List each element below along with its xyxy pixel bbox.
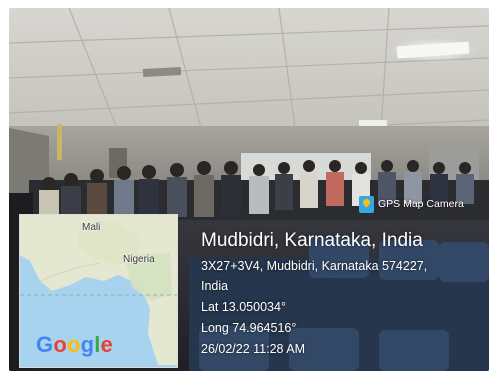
location-title: Mudbidri, Karnataka, India (201, 230, 423, 251)
gps-map-camera-badge: GPS Map Camera (359, 195, 464, 213)
location-map-thumbnail[interactable]: Mali Nigeria Google (19, 214, 178, 368)
google-logo: Google (36, 332, 113, 358)
google-logo-letter: o (66, 332, 81, 357)
map-label-mali: Mali (82, 222, 101, 233)
google-logo-letter: G (36, 332, 54, 357)
app-badge-label: GPS Map Camera (378, 198, 464, 210)
google-logo-letter: g (80, 332, 95, 357)
address-line-1: 3X27+3V4, Mudbidri, Karnataka 574227, (201, 259, 428, 273)
map-pin-icon (359, 195, 374, 213)
google-logo-letter: e (100, 332, 113, 357)
latitude-text: Lat 13.050034° (201, 300, 286, 314)
google-logo-letter: o (53, 332, 67, 357)
address-line-2: India (201, 279, 229, 293)
longitude-text: Long 74.964516° (201, 321, 297, 335)
map-label-nigeria: Nigeria (123, 254, 155, 265)
datetime-text: 26/02/22 11:28 AM (201, 342, 306, 356)
